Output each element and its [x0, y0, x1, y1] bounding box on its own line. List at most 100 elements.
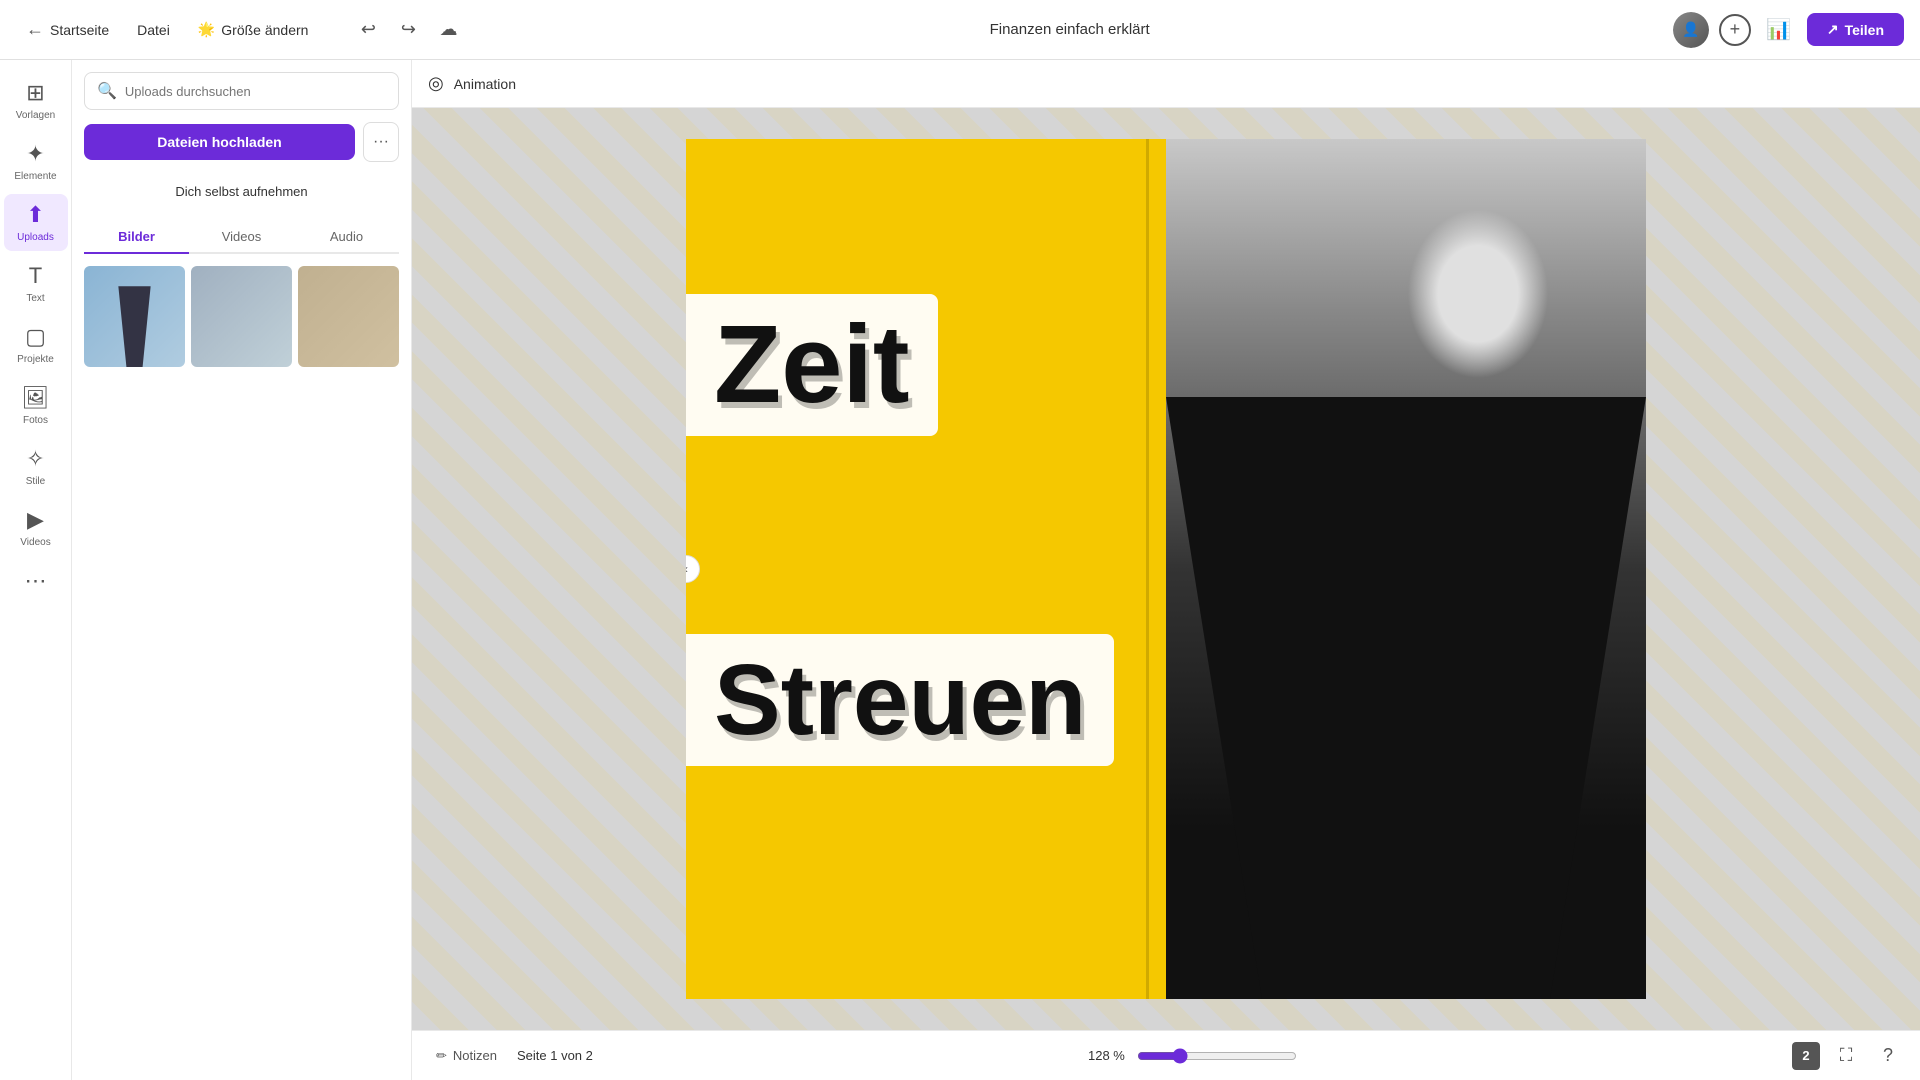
- animation-icon: ◎: [428, 73, 444, 94]
- text-box-zeit[interactable]: Zeit: [686, 294, 938, 436]
- help-button[interactable]: ?: [1872, 1040, 1904, 1072]
- canvas-wrapper: Zeit Streuen ‹: [412, 108, 1920, 1030]
- resize-icon: 🌟: [198, 21, 215, 38]
- bar-chart-icon: 📊: [1766, 17, 1791, 42]
- sidebar-item-projekte[interactable]: ▢ Projekte: [4, 316, 68, 373]
- sidebar-label-fotos: Fotos: [23, 415, 48, 426]
- redo-icon: ↪: [401, 19, 416, 40]
- videos-icon: ▶: [27, 507, 44, 533]
- fullscreen-button[interactable]: ⛶: [1830, 1040, 1862, 1072]
- search-icon: 🔍: [97, 81, 117, 101]
- sidebar-item-vorlagen[interactable]: ⊞ Vorlagen: [4, 72, 68, 129]
- plus-icon: +: [1730, 19, 1741, 40]
- thumb-person-1: [114, 286, 154, 367]
- chevron-left-icon: ‹: [686, 562, 688, 576]
- animation-bar: ◎ Animation: [412, 60, 1920, 108]
- back-label: Startseite: [50, 22, 109, 38]
- upload-button[interactable]: Dateien hochladen: [84, 124, 355, 160]
- text-zeit: Zeit: [714, 310, 910, 420]
- icon-sidebar: ⊞ Vorlagen ✦ Elemente ⬆ Uploads T Text ▢…: [0, 60, 72, 1080]
- sidebar-label-uploads: Uploads: [17, 232, 54, 243]
- uploads-panel: 🔍 Dateien hochladen ··· Dich selbst aufn…: [72, 60, 412, 1080]
- animation-label: Animation: [454, 76, 516, 92]
- image-grid: [84, 266, 399, 367]
- redo-button[interactable]: ↪: [390, 12, 426, 48]
- design-canvas[interactable]: Zeit Streuen ‹: [686, 139, 1646, 999]
- sidebar-item-more[interactable]: ⋯: [4, 560, 68, 602]
- template-icon: ⊞: [26, 80, 44, 106]
- sidebar-label-stile: Stile: [26, 476, 45, 487]
- main-layout: ⊞ Vorlagen ✦ Elemente ⬆ Uploads T Text ▢…: [0, 60, 1920, 1080]
- person-silhouette: [1166, 139, 1646, 999]
- tab-videos[interactable]: Videos: [189, 221, 294, 254]
- page-info: Seite 1 von 2: [517, 1048, 593, 1063]
- notes-icon: ✏: [436, 1048, 447, 1064]
- text-streuven: Streuen: [714, 650, 1086, 750]
- document-title: Finanzen einfach erklärt: [482, 21, 1656, 38]
- sidebar-label-text: Text: [26, 293, 44, 304]
- tab-bilder[interactable]: Bilder: [84, 221, 189, 254]
- resize-button[interactable]: 🌟 Größe ändern: [188, 15, 319, 44]
- projects-icon: ▢: [25, 324, 46, 350]
- bottom-center: 128 %: [1088, 1048, 1297, 1064]
- back-button[interactable]: ← Startseite: [16, 13, 119, 46]
- styles-icon: ✧: [26, 446, 44, 472]
- notizen-label: Notizen: [453, 1048, 497, 1063]
- undo-icon: ↩: [361, 19, 376, 40]
- bottom-bar: ✏ Notizen Seite 1 von 2 128 % 2 ⛶ ?: [412, 1030, 1920, 1080]
- canvas-page: Zeit Streuen ‹: [412, 108, 1920, 1030]
- uploads-icon: ⬆: [26, 202, 44, 228]
- sidebar-item-videos[interactable]: ▶ Videos: [4, 499, 68, 556]
- share-label: Teilen: [1845, 22, 1884, 38]
- share-icon: ↗: [1827, 21, 1839, 38]
- photos-icon: 🖼: [22, 385, 50, 411]
- zoom-slider[interactable]: [1137, 1048, 1297, 1064]
- person-image: [1166, 139, 1646, 999]
- media-tabs: Bilder Videos Audio: [84, 221, 399, 254]
- resize-label: Größe ändern: [221, 22, 308, 38]
- topbar: ← Startseite Datei 🌟 Größe ändern ↩ ↪ ☁ …: [0, 0, 1920, 60]
- upload-label: Dateien hochladen: [157, 134, 281, 150]
- file-button[interactable]: Datei: [127, 16, 180, 44]
- fullscreen-icon: ⛶: [1840, 1045, 1853, 1066]
- user-avatar[interactable]: 👤: [1673, 12, 1709, 48]
- search-input[interactable]: [125, 84, 386, 99]
- selfie-button[interactable]: Dich selbst aufnehmen: [84, 174, 399, 209]
- cloud-icon: ☁: [439, 19, 457, 40]
- search-box: 🔍: [84, 72, 399, 110]
- sidebar-item-elemente[interactable]: ✦ Elemente: [4, 133, 68, 190]
- tab-audio[interactable]: Audio: [294, 221, 399, 254]
- elements-icon: ✦: [26, 141, 44, 167]
- upload-row: Dateien hochladen ···: [84, 122, 399, 162]
- ellipsis-icon: ···: [373, 133, 389, 151]
- sidebar-item-stile[interactable]: ✧ Stile: [4, 438, 68, 495]
- sidebar-label-elemente: Elemente: [14, 171, 56, 182]
- canvas-area: ◎ Animation: [412, 60, 1920, 1080]
- file-label: Datei: [137, 22, 170, 38]
- sidebar-item-fotos[interactable]: 🖼 Fotos: [4, 377, 68, 434]
- page-count-badge: 2: [1792, 1042, 1820, 1070]
- suit-layer: [1166, 397, 1646, 999]
- vertical-line: [1146, 139, 1149, 999]
- image-thumb-2[interactable]: [191, 266, 292, 367]
- zoom-percent: 128 %: [1088, 1048, 1125, 1063]
- text-box-streuven[interactable]: Streuen: [686, 634, 1114, 766]
- sidebar-item-uploads[interactable]: ⬆ Uploads: [4, 194, 68, 251]
- bottom-right: 2 ⛶ ?: [1792, 1040, 1904, 1072]
- topbar-right-actions: 👤 + 📊 ↗ Teilen: [1673, 12, 1904, 48]
- cloud-save-button[interactable]: ☁: [430, 12, 466, 48]
- image-thumb-3[interactable]: [298, 266, 399, 367]
- upload-more-button[interactable]: ···: [363, 122, 399, 162]
- add-collaborator-button[interactable]: +: [1719, 14, 1751, 46]
- image-thumb-1[interactable]: [84, 266, 185, 367]
- text-icon: T: [29, 263, 42, 289]
- notizen-button[interactable]: ✏ Notizen: [428, 1044, 505, 1068]
- back-icon: ←: [26, 19, 44, 40]
- bottom-left: ✏ Notizen Seite 1 von 2: [428, 1044, 593, 1068]
- undo-button[interactable]: ↩: [350, 12, 386, 48]
- sidebar-item-text[interactable]: T Text: [4, 255, 68, 312]
- topbar-left-nav: ← Startseite Datei 🌟 Größe ändern: [16, 13, 318, 46]
- analytics-button[interactable]: 📊: [1761, 12, 1797, 48]
- share-button[interactable]: ↗ Teilen: [1807, 13, 1904, 46]
- topbar-tools: ↩ ↪ ☁: [350, 12, 466, 48]
